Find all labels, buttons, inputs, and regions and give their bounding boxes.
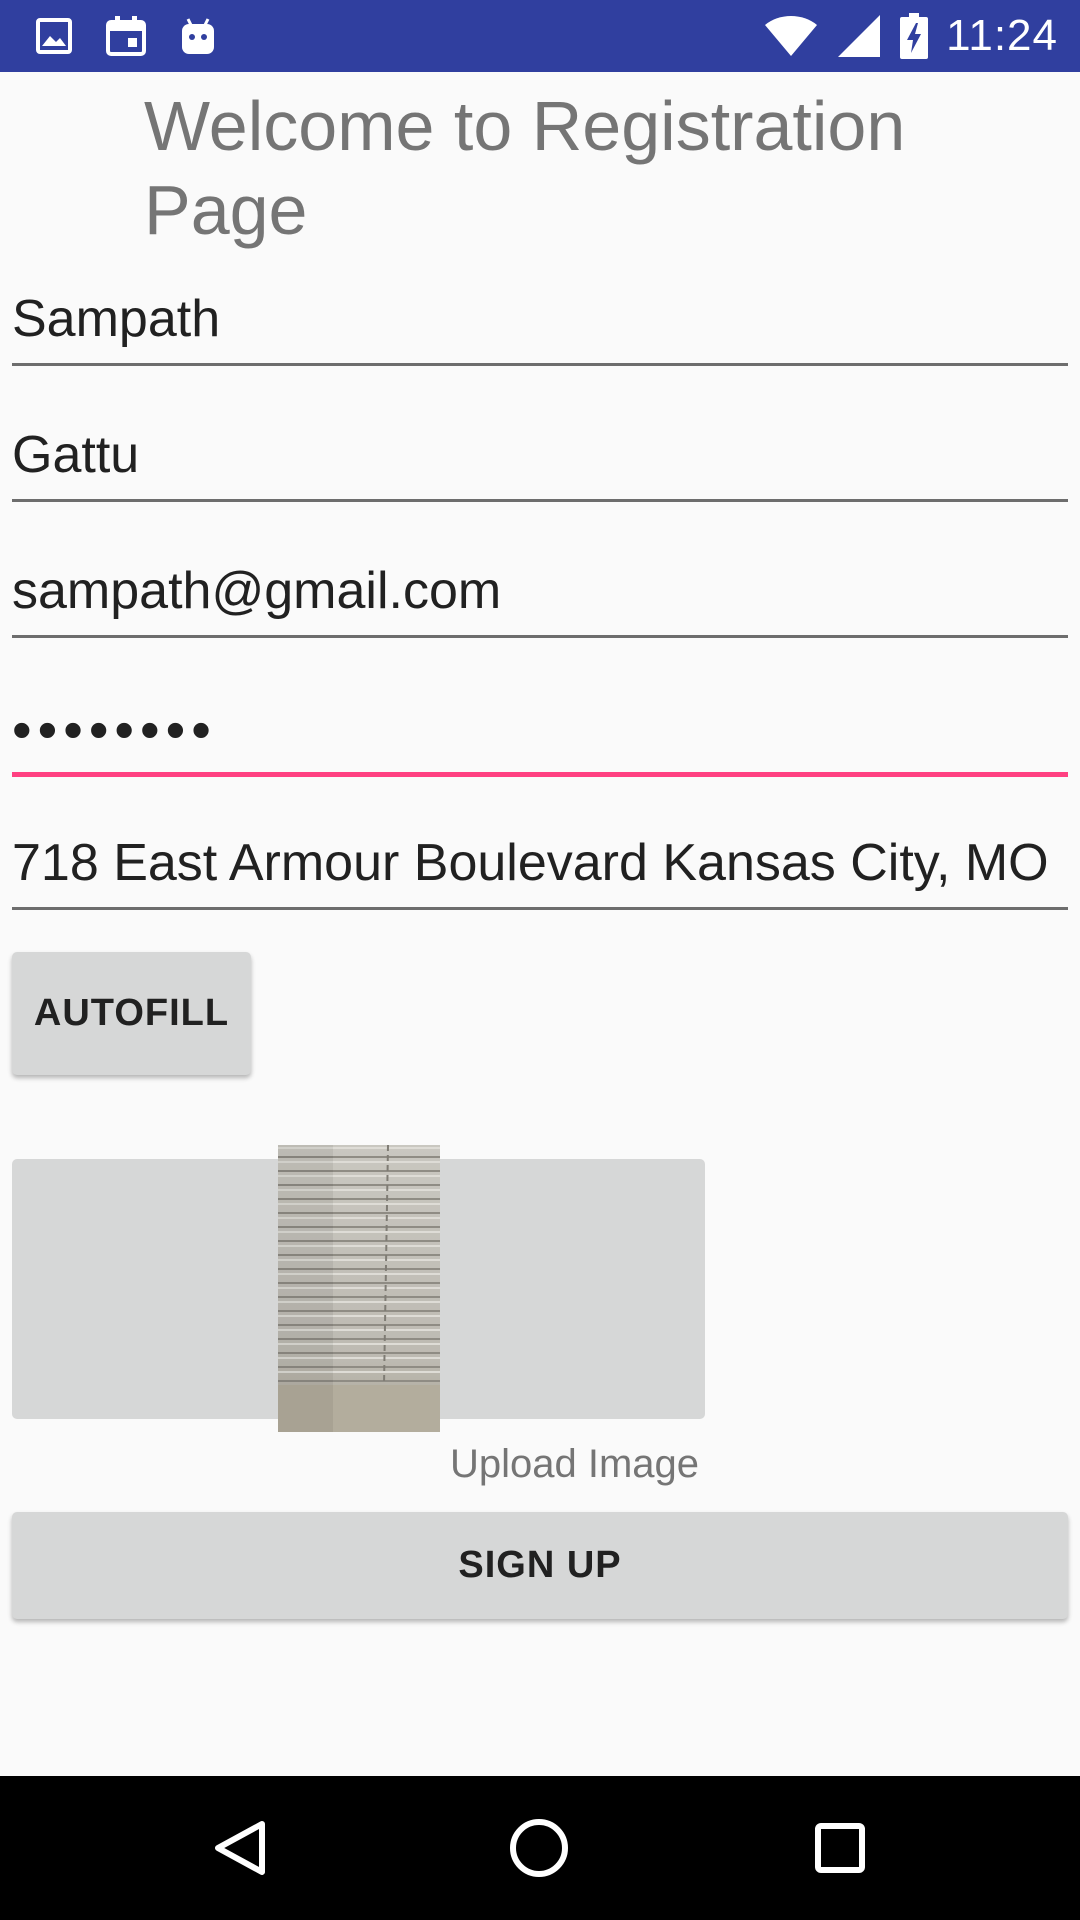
last-name-field[interactable]: Gattu: [12, 406, 1068, 502]
first-name-field[interactable]: Sampath: [12, 270, 1068, 366]
upload-image-label[interactable]: Upload Image: [450, 1442, 699, 1487]
autofill-button[interactable]: AUTOFILL: [12, 952, 251, 1075]
status-time: 11:24: [946, 11, 1058, 60]
battery-charging-icon: [900, 13, 929, 59]
status-bar-notifications: [36, 12, 216, 60]
address-value: 718 East Armour Boulevard Kansas City, M…: [12, 834, 1049, 892]
page-title: Welcome to Registration Page: [144, 87, 906, 249]
email-value: sampath@gmail.com: [12, 562, 502, 620]
password-value: ••••••••: [12, 698, 217, 761]
calendar-icon: [106, 16, 146, 56]
password-field[interactable]: ••••••••: [12, 681, 1068, 777]
navigation-bar: [0, 1776, 1080, 1920]
last-name-value: Gattu: [12, 426, 140, 484]
sign-up-button-label: SIGN UP: [458, 1544, 622, 1586]
image-icon: [36, 18, 72, 54]
address-field[interactable]: 718 East Armour Boulevard Kansas City, M…: [12, 814, 1068, 910]
wifi-icon: [764, 15, 818, 57]
recents-icon[interactable]: [804, 1812, 876, 1884]
first-name-value: Sampath: [12, 290, 221, 348]
back-icon[interactable]: [204, 1812, 276, 1884]
uploaded-image-thumbnail[interactable]: [278, 1145, 440, 1432]
status-bar-system: 11:24: [764, 8, 1058, 64]
home-icon[interactable]: [503, 1812, 575, 1884]
email-field[interactable]: sampath@gmail.com: [12, 542, 1068, 638]
status-bar: 11:24: [0, 0, 1080, 72]
cell-signal-icon: [836, 14, 882, 58]
sign-up-button[interactable]: SIGN UP: [12, 1512, 1068, 1619]
autofill-button-label: AUTOFILL: [33, 992, 230, 1034]
android-icon: [180, 17, 216, 55]
